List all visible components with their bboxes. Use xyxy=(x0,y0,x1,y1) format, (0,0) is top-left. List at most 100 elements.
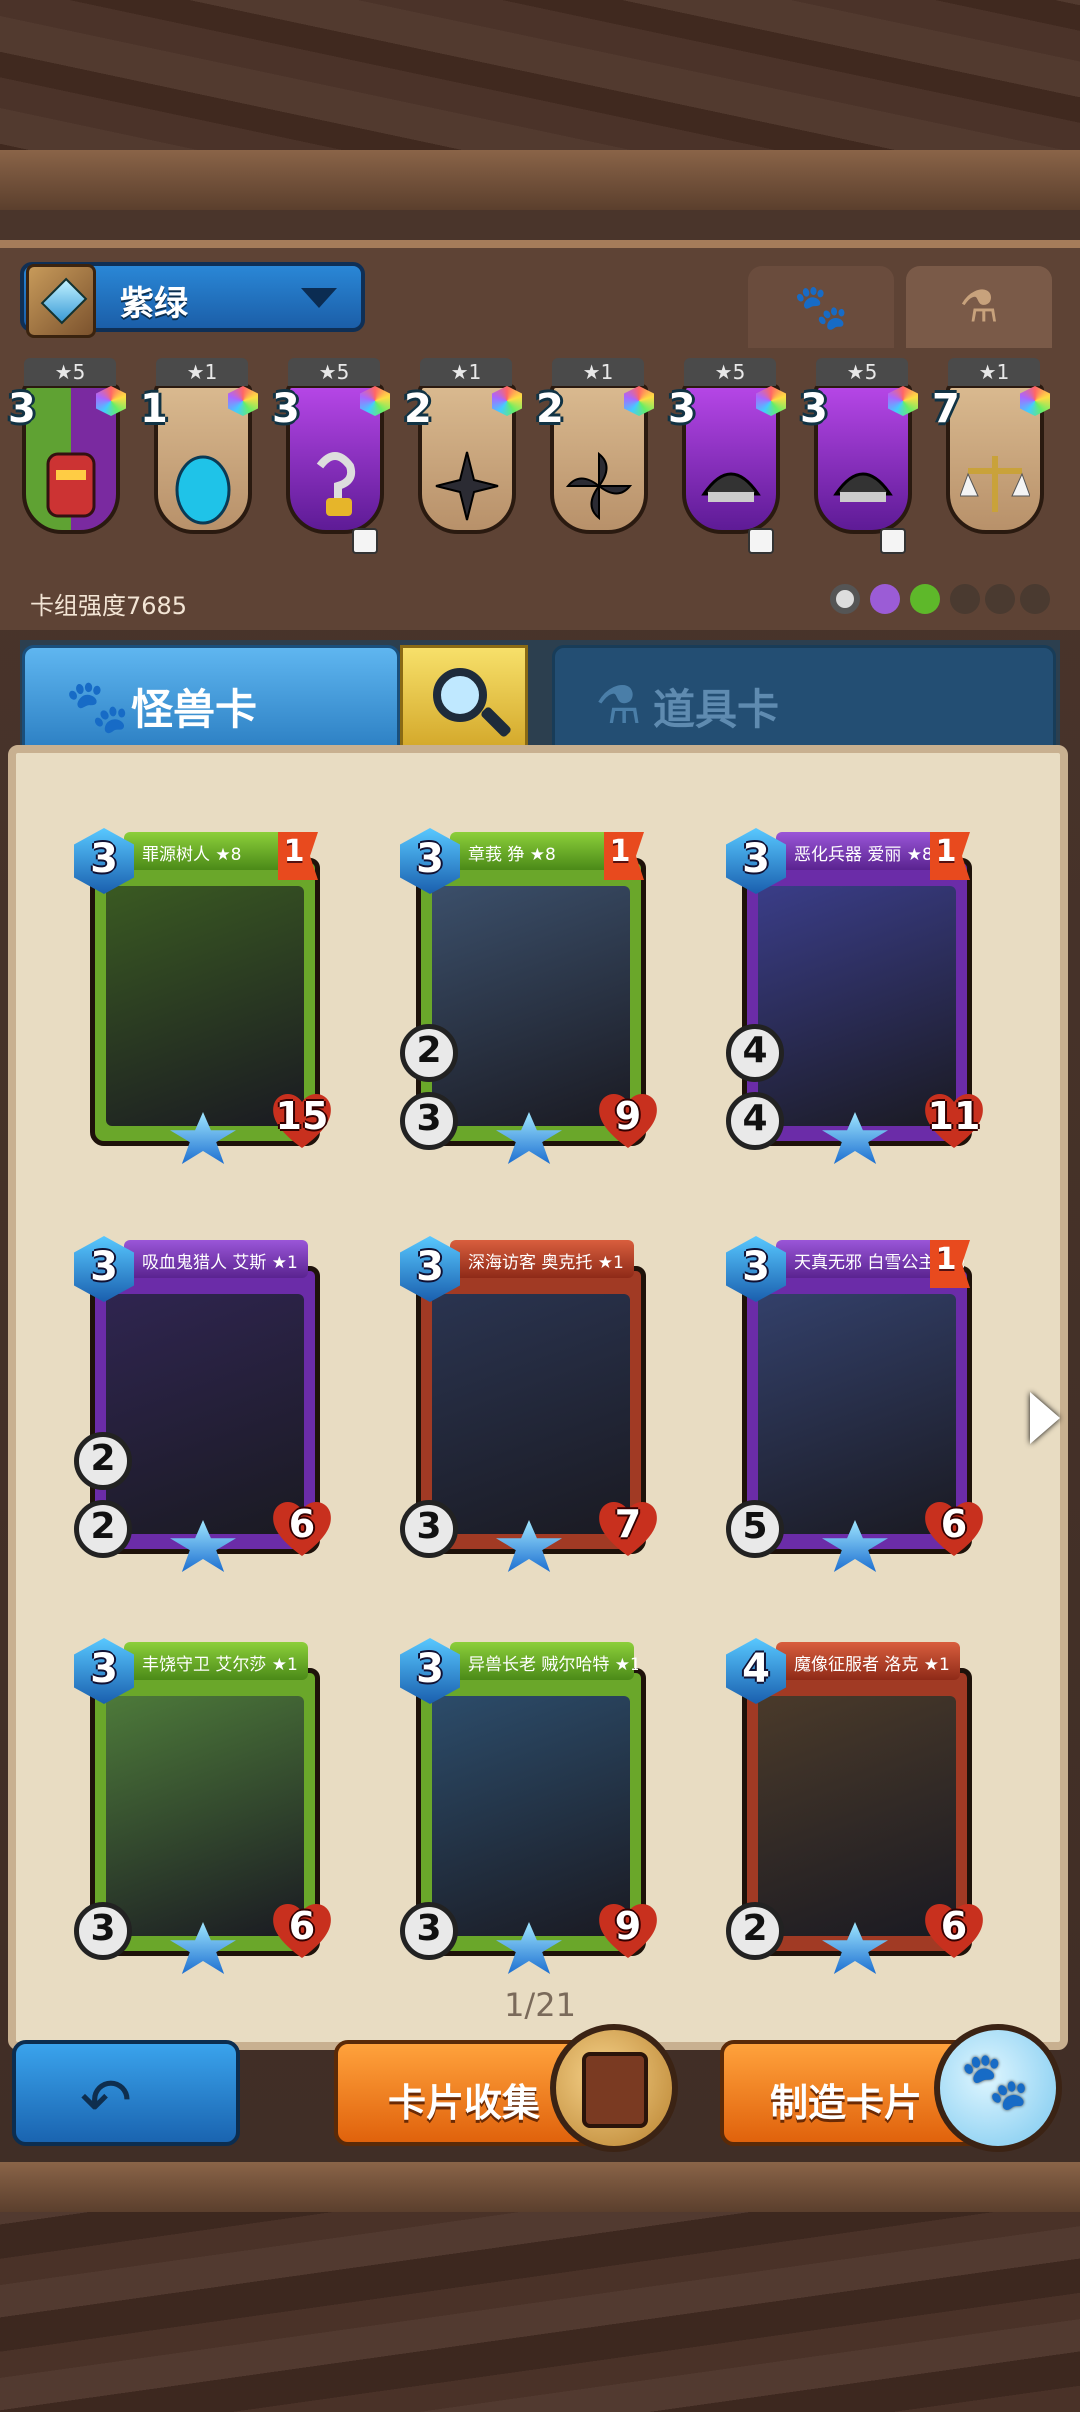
slot-stars: ★5 xyxy=(24,358,116,386)
card-cost: 3 xyxy=(416,1646,444,1692)
deck-slot[interactable]: ★1 7 xyxy=(932,356,1050,576)
card-art xyxy=(758,886,956,1126)
slot-stars: ★1 xyxy=(948,358,1040,386)
slot-cost: 3 xyxy=(800,386,828,432)
deck-slot[interactable]: ★1 2 xyxy=(404,356,522,576)
slot-cost: 3 xyxy=(668,386,696,432)
scales-icon xyxy=(960,456,1030,512)
game-screen: 紫绿 🐾 ⚗ ★5 3 ★1 1 ★5 3 ★1 2 ★1 2 ★5 3 ★5 … xyxy=(0,0,1080,2412)
card-health: 9 xyxy=(614,1904,642,1948)
deck-slot[interactable]: ★5 3 xyxy=(272,356,390,576)
dice-icon xyxy=(352,528,378,554)
monster-card[interactable]: 章莪 狰 ★8 3 1 2 3 9 xyxy=(398,828,660,1164)
card-attack: 3 xyxy=(416,1506,442,1547)
monster-card[interactable]: 丰饶守卫 艾尔莎 ★1 3 3 6 xyxy=(72,1638,334,1974)
search-button[interactable] xyxy=(400,645,528,755)
deck-slot[interactable]: ★1 2 xyxy=(536,356,654,576)
deck-selector[interactable]: 紫绿 xyxy=(20,262,365,338)
tab-item-deck[interactable]: ⚗ xyxy=(906,266,1052,348)
slot-stars: ★5 xyxy=(816,358,908,386)
monster-card[interactable]: 恶化兵器 爱丽 ★8 3 1 4 4 11 xyxy=(724,828,986,1164)
deck-slot[interactable]: ★1 1 xyxy=(140,356,258,576)
fire-element-icon[interactable] xyxy=(1020,584,1050,614)
card-collection-label: 卡片收集 xyxy=(388,2081,541,2125)
samurai-helmet-icon xyxy=(833,472,893,502)
paw-icon: 🐾 xyxy=(793,282,849,333)
pinwheel-shuriken-icon xyxy=(565,451,633,521)
card-health: 6 xyxy=(288,1502,316,1546)
card-health: 6 xyxy=(940,1502,968,1546)
slot-cost: 3 xyxy=(8,386,36,432)
dice-icon xyxy=(748,528,774,554)
monster-card[interactable]: 吸血鬼猎人 艾斯 ★1 3 2 2 6 xyxy=(72,1236,334,1572)
card-cost: 3 xyxy=(90,836,118,882)
card-book-cover xyxy=(582,2052,648,2128)
slot-stars: ★5 xyxy=(684,358,776,386)
egg-icon xyxy=(175,455,231,525)
card-cost: 3 xyxy=(742,1244,770,1290)
next-page-arrow-icon[interactable] xyxy=(1030,1392,1060,1444)
card-title: 吸血鬼猎人 艾斯 ★1 xyxy=(142,1253,298,1273)
tab-monster-label: 怪兽卡 xyxy=(131,685,258,734)
tab-monster-deck[interactable]: 🐾 xyxy=(748,266,894,348)
card-health: 9 xyxy=(614,1094,642,1138)
card-attack: 5 xyxy=(742,1506,768,1547)
paw-jar-icon[interactable]: 🐾 xyxy=(934,2024,1062,2152)
slot-cost: 3 xyxy=(272,386,300,432)
monster-card[interactable]: 异兽长老 贼尔哈特 ★1 3 3 9 xyxy=(398,1638,660,1974)
card-art xyxy=(432,886,630,1126)
card-health: 6 xyxy=(288,1904,316,1948)
wood-beam-bottom xyxy=(0,2162,1080,2212)
card-cost: 3 xyxy=(90,1244,118,1290)
card-flag-count: 1 xyxy=(609,834,631,869)
card-art xyxy=(432,1696,630,1936)
tab-item-cards[interactable]: ⚗ 道具卡 xyxy=(552,645,1056,755)
slot-stars: ★1 xyxy=(156,358,248,386)
card-art xyxy=(106,1294,304,1534)
tab-monster-cards[interactable]: 🐾 怪兽卡 xyxy=(22,645,400,755)
wood-beam-top xyxy=(0,150,1080,210)
green-element-icon[interactable] xyxy=(910,584,940,614)
card-attack: 3 xyxy=(416,1098,442,1139)
deck-slots: ★5 3 ★1 1 ★5 3 ★1 2 ★1 2 ★5 3 ★5 3 ★1 7 xyxy=(8,356,1066,576)
card-attack: 2 xyxy=(90,1506,116,1547)
monster-card[interactable]: 罪源树人 ★8 3 1 15 xyxy=(72,828,334,1164)
card-art xyxy=(106,1696,304,1936)
paw-icon: 🐾 xyxy=(960,2049,1030,2114)
card-dice-stat: 4 xyxy=(742,1030,768,1071)
back-button[interactable]: ↶ xyxy=(12,2040,240,2146)
card-health: 7 xyxy=(614,1502,642,1546)
deck-name: 紫绿 xyxy=(120,284,188,324)
card-book-icon[interactable] xyxy=(550,2024,678,2152)
blue-element-icon[interactable] xyxy=(985,584,1015,614)
paw-icon: 🐾 xyxy=(65,677,130,737)
card-flag-count: 1 xyxy=(935,1242,957,1277)
potion-icon: ⚗ xyxy=(595,676,642,736)
card-art xyxy=(432,1294,630,1534)
red-element-icon[interactable] xyxy=(950,584,980,614)
chevron-down-icon xyxy=(301,288,337,308)
card-cost: 4 xyxy=(742,1646,770,1692)
monster-card[interactable]: 天真无邪 白雪公主 ★8 3 1 5 6 xyxy=(724,1236,986,1572)
card-dice-stat: 2 xyxy=(90,1438,116,1479)
card-cost: 3 xyxy=(416,836,444,882)
card-cost: 3 xyxy=(742,836,770,882)
deck-slot[interactable]: ★5 3 xyxy=(8,356,126,576)
card-cost: 3 xyxy=(416,1244,444,1290)
craft-card-label: 制造卡片 xyxy=(770,2081,923,2125)
monster-card[interactable]: 深海访客 奥克托 ★1 3 3 7 xyxy=(398,1236,660,1572)
slot-cost: 2 xyxy=(536,386,564,432)
deck-slot[interactable]: ★5 3 xyxy=(800,356,918,576)
potion-icon: ⚗ xyxy=(959,281,999,333)
slot-cost: 1 xyxy=(140,386,168,432)
deck-slot[interactable]: ★5 3 xyxy=(668,356,786,576)
card-dice-stat: 2 xyxy=(416,1030,442,1071)
hook-icon xyxy=(316,452,356,516)
slot-stars: ★1 xyxy=(552,358,644,386)
purple-element-icon[interactable] xyxy=(870,584,900,614)
neutral-element-icon[interactable] xyxy=(830,584,860,614)
deck-book-icon xyxy=(26,264,96,338)
card-art xyxy=(758,1294,956,1534)
monster-card[interactable]: 魔像征服者 洛克 ★1 4 2 6 xyxy=(724,1638,986,1974)
card-title: 丰饶守卫 艾尔莎 ★1 xyxy=(142,1655,298,1675)
